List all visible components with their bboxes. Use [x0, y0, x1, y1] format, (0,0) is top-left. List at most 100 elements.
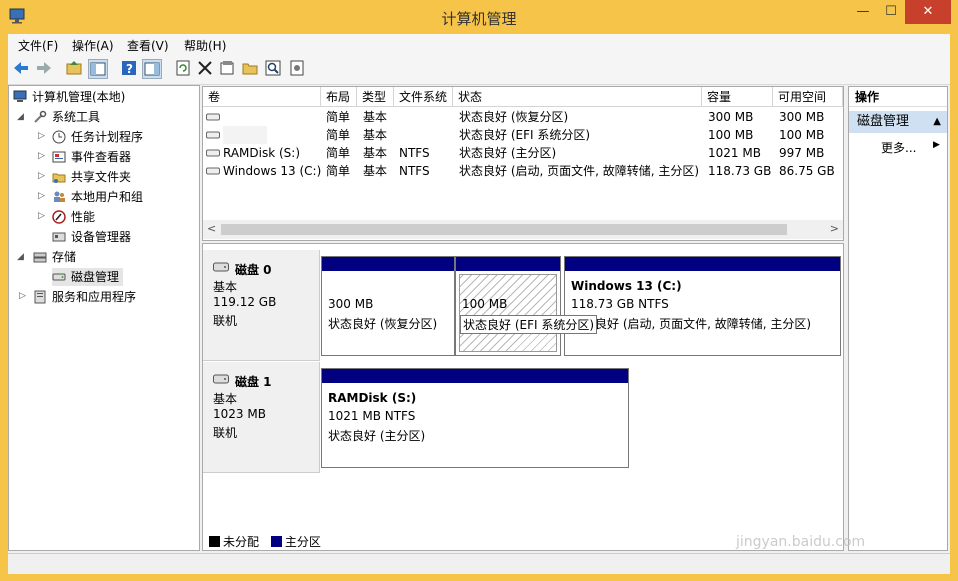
- help-icon[interactable]: ?: [120, 59, 138, 77]
- services-icon: [34, 290, 46, 304]
- forward-arrow-icon[interactable]: [35, 59, 53, 77]
- partition-ramdisk-s[interactable]: RAMDisk (S:) 1021 MB NTFS 状态良好 (主分区): [321, 368, 629, 468]
- search-icon[interactable]: [264, 59, 282, 77]
- cell-type: 基本: [363, 164, 388, 178]
- table-row[interactable]: RAMDisk (S:) 简单 基本 NTFS 状态良好 (主分区) 1021 …: [203, 144, 843, 162]
- collapse-arrow-icon[interactable]: ◢: [17, 112, 24, 122]
- menu-action[interactable]: 操作(A): [72, 37, 114, 54]
- expand-arrow-icon[interactable]: ▷: [38, 151, 45, 161]
- show-hide-tree-icon[interactable]: [88, 59, 108, 79]
- cell-free-space: 997 MB: [779, 146, 825, 160]
- selected-hatch: [459, 274, 557, 352]
- partition-bar: [322, 369, 628, 383]
- tree-item-task-scheduler[interactable]: 任务计划程序: [52, 128, 143, 146]
- disk-0-type: 基本: [213, 280, 238, 294]
- partition-status: 状态良好 (启动, 页面文件, 故障转储, 主分区): [571, 317, 812, 331]
- back-arrow-icon[interactable]: [12, 59, 30, 77]
- actions-group-disk-management[interactable]: 磁盘管理 ▲: [849, 111, 947, 133]
- column-header-status[interactable]: 状态: [453, 87, 702, 107]
- delete-icon[interactable]: [196, 59, 214, 77]
- partition-efi[interactable]: 100 MB 状态良好 (EFI 系统分区): [455, 256, 598, 356]
- legend-swatch-unallocated: [209, 536, 220, 547]
- disk-management-icon: [52, 273, 66, 281]
- window-frame-right: [950, 34, 958, 581]
- up-folder-icon[interactable]: [65, 59, 83, 77]
- tree-item-local-users[interactable]: 本地用户和组: [52, 188, 143, 206]
- disk-0-label[interactable]: 磁盘 0 基本 119.12 GB 联机: [203, 250, 320, 361]
- legend: 未分配 主分区: [209, 533, 321, 550]
- cell-capacity: 118.73 GB: [708, 164, 772, 178]
- menu-file[interactable]: 文件(F): [18, 37, 58, 54]
- disk-1-type: 基本: [213, 392, 238, 406]
- tree-item-device-manager[interactable]: 设备管理器: [52, 228, 131, 246]
- table-row[interactable]: 简单 基本 状态良好 (恢复分区) 300 MB 300 MB: [203, 108, 843, 126]
- svg-text:?: ?: [126, 62, 133, 76]
- column-header-layout[interactable]: 布局: [321, 87, 357, 107]
- partition-status-tooltip: 状态良好 (EFI 系统分区): [460, 315, 598, 334]
- action-pane-icon[interactable]: [142, 59, 162, 79]
- actions-header: 操作: [849, 87, 947, 107]
- cell-capacity: 300 MB: [708, 110, 754, 124]
- cell-free-space: 100 MB: [779, 128, 825, 142]
- open-folder-icon[interactable]: [241, 59, 259, 77]
- tree-item-disk-management[interactable]: 磁盘管理: [52, 268, 124, 286]
- expand-arrow-icon[interactable]: ▷: [38, 191, 45, 201]
- cell-capacity: 1021 MB: [708, 146, 761, 160]
- horizontal-scrollbar[interactable]: < >: [203, 220, 843, 239]
- tree-item-services[interactable]: 服务和应用程序: [33, 288, 136, 306]
- partition-name: Windows 13 (C:): [571, 279, 682, 293]
- cell-status: 状态良好 (启动, 页面文件, 故障转储, 主分区): [459, 164, 700, 178]
- minimize-button[interactable]: —: [850, 0, 876, 24]
- more-actions-link[interactable]: 更多...: [881, 139, 916, 156]
- partition-windows-c[interactable]: Windows 13 (C:) 118.73 GB NTFS 状态良好 (启动,…: [564, 256, 841, 356]
- column-header-capacity[interactable]: 容量: [702, 87, 773, 107]
- cell-volume: Windows 13 (C:): [223, 164, 322, 178]
- expand-arrow-icon[interactable]: ▷: [38, 211, 45, 221]
- status-bar: [8, 553, 950, 574]
- settings-icon[interactable]: [288, 59, 306, 77]
- partition-size: 118.73 GB NTFS: [571, 297, 669, 311]
- tree-item-storage[interactable]: 存储: [33, 248, 76, 266]
- refresh-icon[interactable]: [174, 59, 192, 77]
- cell-capacity: 100 MB: [708, 128, 754, 142]
- partition-recovery[interactable]: 300 MB 状态良好 (恢复分区): [321, 256, 455, 356]
- performance-icon: [52, 210, 66, 224]
- disk-0-state: 联机: [213, 314, 238, 328]
- disk-0-name: 磁盘 0: [235, 263, 272, 277]
- volume-icon: [206, 131, 220, 139]
- disk-icon: [213, 374, 229, 384]
- column-header-free-space[interactable]: 可用空间: [773, 87, 843, 107]
- tree-label-performance: 性能: [71, 210, 96, 224]
- column-header-filesystem[interactable]: 文件系统: [394, 87, 453, 107]
- properties-icon[interactable]: [218, 59, 236, 77]
- tree-item-computer-management[interactable]: 计算机管理(本地): [13, 88, 125, 106]
- scroll-right-icon[interactable]: >: [830, 222, 839, 235]
- tree-item-performance[interactable]: 性能: [52, 208, 95, 226]
- expand-arrow-icon[interactable]: ▷: [38, 171, 45, 181]
- column-header-volume[interactable]: 卷: [203, 87, 321, 107]
- cell-type: 基本: [363, 146, 388, 160]
- expand-arrow-icon[interactable]: ▷: [19, 291, 26, 301]
- expand-arrow-icon[interactable]: ▷: [38, 131, 45, 141]
- table-row[interactable]: Windows 13 (C:) 简单 基本 NTFS 状态良好 (启动, 页面文…: [203, 162, 843, 180]
- close-button[interactable]: ✕: [905, 0, 951, 24]
- disk-1-label[interactable]: 磁盘 1 基本 1023 MB 联机: [203, 362, 320, 473]
- table-row[interactable]: 简单 基本 状态良好 (EFI 系统分区) 100 MB 100 MB: [203, 126, 843, 144]
- maximize-button[interactable]: ☐: [878, 0, 904, 24]
- collapse-arrow-icon[interactable]: ◢: [17, 252, 24, 262]
- legend-label-unallocated: 未分配: [223, 535, 260, 549]
- tree-item-system-tools[interactable]: 系统工具: [33, 108, 100, 126]
- scroll-left-icon[interactable]: <: [207, 222, 216, 235]
- cell-status: 状态良好 (恢复分区): [459, 110, 569, 124]
- tree-item-shared-folders[interactable]: 共享文件夹: [52, 168, 131, 186]
- collapse-up-icon[interactable]: ▲: [933, 111, 941, 133]
- scrollbar-thumb[interactable]: [221, 224, 787, 235]
- cell-layout: 简单: [326, 128, 351, 142]
- window-title: 计算机管理: [441, 10, 517, 28]
- menu-help[interactable]: 帮助(H): [184, 37, 226, 54]
- cell-volume: RAMDisk (S:): [223, 146, 301, 160]
- menu-view[interactable]: 查看(V): [127, 37, 169, 54]
- column-header-type[interactable]: 类型: [357, 87, 394, 107]
- tree-item-event-viewer[interactable]: 事件查看器: [52, 148, 131, 166]
- navigation-tree: 计算机管理(本地) ◢ 系统工具 ▷ 任务计划程序 ▷ 事件查看器 ▷ 共享文件…: [8, 85, 200, 551]
